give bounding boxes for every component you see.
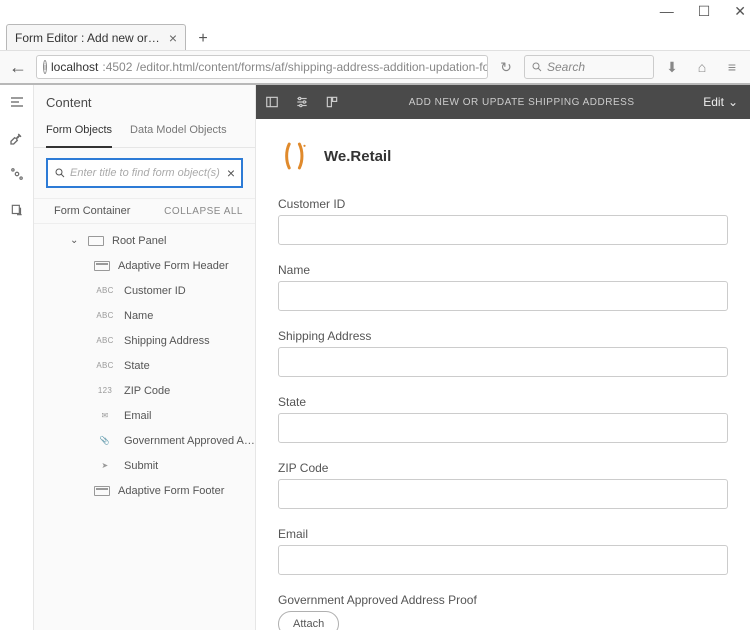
side-panel-icon[interactable] xyxy=(264,94,280,110)
canvas-toolbar: ADD NEW OR UPDATE SHIPPING ADDRESS Edit … xyxy=(256,85,750,119)
tab-close-icon[interactable]: × xyxy=(169,30,177,46)
chevron-down-icon: ⌄ xyxy=(728,95,738,109)
submit-icon: ➤ xyxy=(94,461,116,470)
reload-button[interactable]: ↻ xyxy=(494,55,518,79)
field-type-badge: ABC xyxy=(94,336,116,345)
content-sidebar: Content Form Objects Data Model Objects … xyxy=(34,85,256,630)
form-container-label: Form Container xyxy=(54,205,130,217)
left-rail xyxy=(0,85,34,630)
search-icon xyxy=(531,61,543,73)
assets-icon[interactable] xyxy=(8,201,26,219)
tree-item-label: Email xyxy=(124,410,255,422)
collapse-all-button[interactable]: COLLAPSE ALL xyxy=(164,206,243,217)
form-object-search-input[interactable] xyxy=(70,167,223,179)
window-maximize[interactable]: ☐ xyxy=(698,3,711,20)
input-customer-id[interactable] xyxy=(278,215,728,245)
wrench-icon[interactable] xyxy=(8,129,26,147)
back-button[interactable]: ← xyxy=(6,55,30,79)
tree-item-label: Adaptive Form Header xyxy=(118,260,255,272)
attachment-icon: 📎 xyxy=(94,436,116,445)
attach-button[interactable]: Attach xyxy=(278,611,339,630)
components-icon[interactable] xyxy=(8,165,26,183)
input-name[interactable] xyxy=(278,281,728,311)
tree-item-label: Government Approved Address P... xyxy=(124,435,255,447)
field-type-badge: ABC xyxy=(94,311,116,320)
tree-item-label: Submit xyxy=(124,460,255,472)
chevron-down-icon[interactable]: ⌄ xyxy=(70,235,80,246)
tree-item-label: Shipping Address xyxy=(124,335,255,347)
canvas-title: ADD NEW OR UPDATE SHIPPING ADDRESS xyxy=(340,97,703,108)
downloads-button[interactable]: ⬇ xyxy=(660,55,684,79)
root-panel-label: Root Panel xyxy=(112,235,255,247)
panel-icon xyxy=(88,236,104,246)
tree-item-label: Name xyxy=(124,310,255,322)
input-state[interactable] xyxy=(278,413,728,443)
tree-item[interactable]: ABC Shipping Address xyxy=(34,328,255,353)
label-name: Name xyxy=(278,263,728,277)
tree-item-label: ZIP Code xyxy=(124,385,255,397)
home-button[interactable]: ⌂ xyxy=(690,55,714,79)
search-icon xyxy=(54,167,66,179)
tree-item[interactable]: ➤ Submit xyxy=(34,453,255,478)
form-tree: ⌄ Root Panel Adaptive Form Header ABC Cust… xyxy=(34,224,255,507)
tree-item[interactable]: 📎 Government Approved Address P... xyxy=(34,428,255,453)
tree-item[interactable]: ABC Name xyxy=(34,303,255,328)
browser-tab[interactable]: Form Editor : Add new or updat × xyxy=(6,24,186,50)
field-type-badge: ABC xyxy=(94,286,116,295)
tree-item-label: State xyxy=(124,360,255,372)
browser-search-placeholder: Search xyxy=(547,60,585,74)
label-shipping-address: Shipping Address xyxy=(278,329,728,343)
browser-search[interactable]: Search xyxy=(524,55,654,79)
label-email: Email xyxy=(278,527,728,541)
tree-item[interactable]: Adaptive Form Header xyxy=(34,253,255,278)
tree-item-label: Customer ID xyxy=(124,285,255,297)
input-shipping-address[interactable] xyxy=(278,347,728,377)
browser-tab-title: Form Editor : Add new or updat xyxy=(15,31,163,45)
new-tab-button[interactable]: + xyxy=(190,28,216,50)
form-canvas: ADD NEW OR UPDATE SHIPPING ADDRESS Edit … xyxy=(256,85,750,630)
tab-form-objects[interactable]: Form Objects xyxy=(46,116,112,148)
header-icon xyxy=(94,486,110,496)
url-port: :4502 xyxy=(102,60,132,74)
tree-item-label: Adaptive Form Footer xyxy=(118,485,255,497)
form-object-search[interactable]: × xyxy=(46,158,243,188)
sliders-icon[interactable] xyxy=(294,94,310,110)
tree-item[interactable]: Adaptive Form Footer xyxy=(34,478,255,503)
layout-icon[interactable] xyxy=(324,94,340,110)
tree-item[interactable]: ABC Customer ID xyxy=(34,278,255,303)
brand-name: We.Retail xyxy=(324,148,391,165)
window-close[interactable]: ✕ xyxy=(734,3,746,20)
label-proof: Government Approved Address Proof xyxy=(278,593,728,607)
url-path: /editor.html/content/forms/af/shipping-a… xyxy=(136,60,488,74)
sidebar-title: Content xyxy=(34,85,255,116)
tree-item[interactable]: ABC State xyxy=(34,353,255,378)
clear-search-icon[interactable]: × xyxy=(227,165,235,181)
tree-item[interactable]: ✉ Email xyxy=(34,403,255,428)
field-type-badge: 123 xyxy=(94,386,116,395)
rail-toggle-icon[interactable] xyxy=(8,93,26,111)
input-zip[interactable] xyxy=(278,479,728,509)
header-icon xyxy=(94,261,110,271)
tree-root-panel[interactable]: ⌄ Root Panel xyxy=(34,228,255,253)
input-email[interactable] xyxy=(278,545,728,575)
menu-button[interactable]: ≡ xyxy=(720,55,744,79)
label-state: State xyxy=(278,395,728,409)
tree-item[interactable]: 123 ZIP Code xyxy=(34,378,255,403)
mode-selector[interactable]: Edit ⌄ xyxy=(703,95,742,109)
field-type-badge: ABC xyxy=(94,361,116,370)
tab-data-model-objects[interactable]: Data Model Objects xyxy=(130,116,227,147)
site-info-icon[interactable]: i xyxy=(43,60,47,74)
window-minimize[interactable]: — xyxy=(660,3,674,19)
edit-mode-label: Edit xyxy=(703,95,724,109)
label-customer-id: Customer ID xyxy=(278,197,728,211)
url-host: localhost xyxy=(51,60,98,74)
label-zip: ZIP Code xyxy=(278,461,728,475)
brand-logo xyxy=(278,139,314,173)
url-field[interactable]: i localhost :4502/editor.html/content/for… xyxy=(36,55,488,79)
mail-icon: ✉ xyxy=(94,411,116,420)
brand-header: We.Retail xyxy=(278,135,728,197)
